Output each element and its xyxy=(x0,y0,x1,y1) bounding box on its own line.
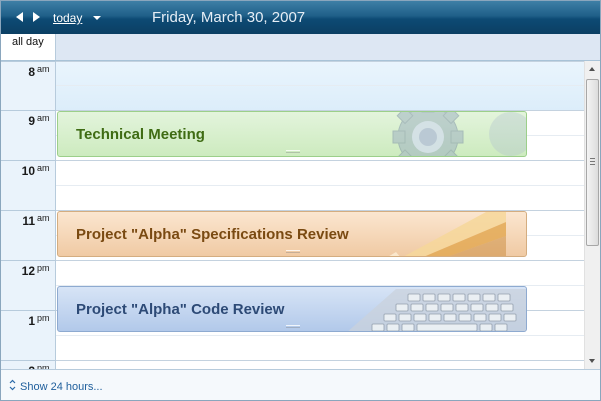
time-column: 8 am 9 am 10 am 11 am 12 pm 1 pm pm xyxy=(1,61,56,369)
half-hour-gridline xyxy=(56,185,584,186)
scroll-down-button[interactable] xyxy=(585,354,600,369)
all-day-label: all day xyxy=(12,36,44,48)
appointment-title: Project "Alpha" Code Review xyxy=(76,301,285,318)
hour-suffix: am xyxy=(37,113,50,123)
chevron-left-icon xyxy=(16,12,23,22)
hour-suffix: pm xyxy=(37,313,50,323)
hour-gridline xyxy=(56,160,584,161)
hour-suffix: pm xyxy=(37,263,50,273)
caret-down-icon[interactable] xyxy=(93,16,101,20)
hour-number: 11 xyxy=(22,214,35,228)
current-date-title: Friday, March 30, 2007 xyxy=(152,9,306,26)
time-grid: 8 am 9 am 10 am 11 am 12 pm 1 pm pm Tech… xyxy=(1,61,584,369)
scheduler: today Friday, March 30, 2007 all day 8 a… xyxy=(0,0,601,401)
next-day-button[interactable] xyxy=(30,10,42,24)
appointment-title: Project "Alpha" Specifications Review xyxy=(76,226,349,243)
half-hour-gridline xyxy=(56,85,584,86)
appointment-title: Technical Meeting xyxy=(76,126,205,143)
thumb-grip-line xyxy=(590,164,595,165)
hour-label: 1 pm xyxy=(1,310,55,360)
all-day-label-cell: all day xyxy=(1,34,56,60)
appointment-specifications-review[interactable]: Project "Alpha" Specifications Review xyxy=(57,211,527,257)
hour-label: 9 am xyxy=(1,110,55,160)
hour-number: 1 xyxy=(28,314,35,328)
scrollbar-thumb[interactable] xyxy=(586,79,599,246)
arrow-down-icon xyxy=(589,359,595,363)
chevron-right-icon xyxy=(33,12,40,22)
thumb-grip-line xyxy=(590,161,595,162)
half-hour-gridline xyxy=(56,335,584,336)
hour-suffix: am xyxy=(37,163,50,173)
hour-label: 8 am xyxy=(1,61,55,111)
scheduler-footer: Show 24 hours... xyxy=(1,369,600,400)
hour-label: 10 am xyxy=(1,160,55,210)
hour-suffix: am xyxy=(37,64,50,74)
scheduler-header: today Friday, March 30, 2007 xyxy=(1,1,600,34)
expand-arrows-icon[interactable] xyxy=(9,379,16,391)
hour-number: 8 xyxy=(28,65,35,79)
hour-gridline xyxy=(56,260,584,261)
previous-day-button[interactable] xyxy=(14,10,26,24)
resize-handle[interactable] xyxy=(286,150,300,153)
hour-gridline xyxy=(56,61,584,62)
thumb-grip-line xyxy=(590,158,595,159)
show-24-hours-link[interactable]: Show 24 hours... xyxy=(20,381,103,393)
hour-number: 9 xyxy=(28,114,35,128)
scroll-up-button[interactable] xyxy=(585,61,600,76)
hour-number: 10 xyxy=(21,164,35,178)
all-day-slot[interactable] xyxy=(56,34,600,60)
hour-label: 12 pm xyxy=(1,260,55,310)
all-day-row: all day xyxy=(1,34,600,61)
vertical-scrollbar[interactable] xyxy=(584,61,600,369)
arrow-up-icon xyxy=(589,67,595,71)
hour-label: 11 am xyxy=(1,210,55,260)
resize-handle[interactable] xyxy=(286,325,300,328)
hour-gridline xyxy=(56,360,584,361)
keyboard-icon xyxy=(348,289,526,331)
pencil-icon xyxy=(389,212,506,256)
resize-handle[interactable] xyxy=(286,250,300,253)
hour-suffix: am xyxy=(37,213,50,223)
appointment-technical-meeting[interactable]: Technical Meeting xyxy=(57,111,527,157)
day-cells[interactable]: Technical Meeting Project "Alpha" Specif… xyxy=(56,61,584,369)
appointment-code-review[interactable]: Project "Alpha" Code Review xyxy=(57,286,527,332)
today-link[interactable]: today xyxy=(53,11,82,25)
gear-icon xyxy=(392,112,526,156)
hour-number: 12 xyxy=(21,264,35,278)
hour-label: 2 pm xyxy=(1,360,55,369)
